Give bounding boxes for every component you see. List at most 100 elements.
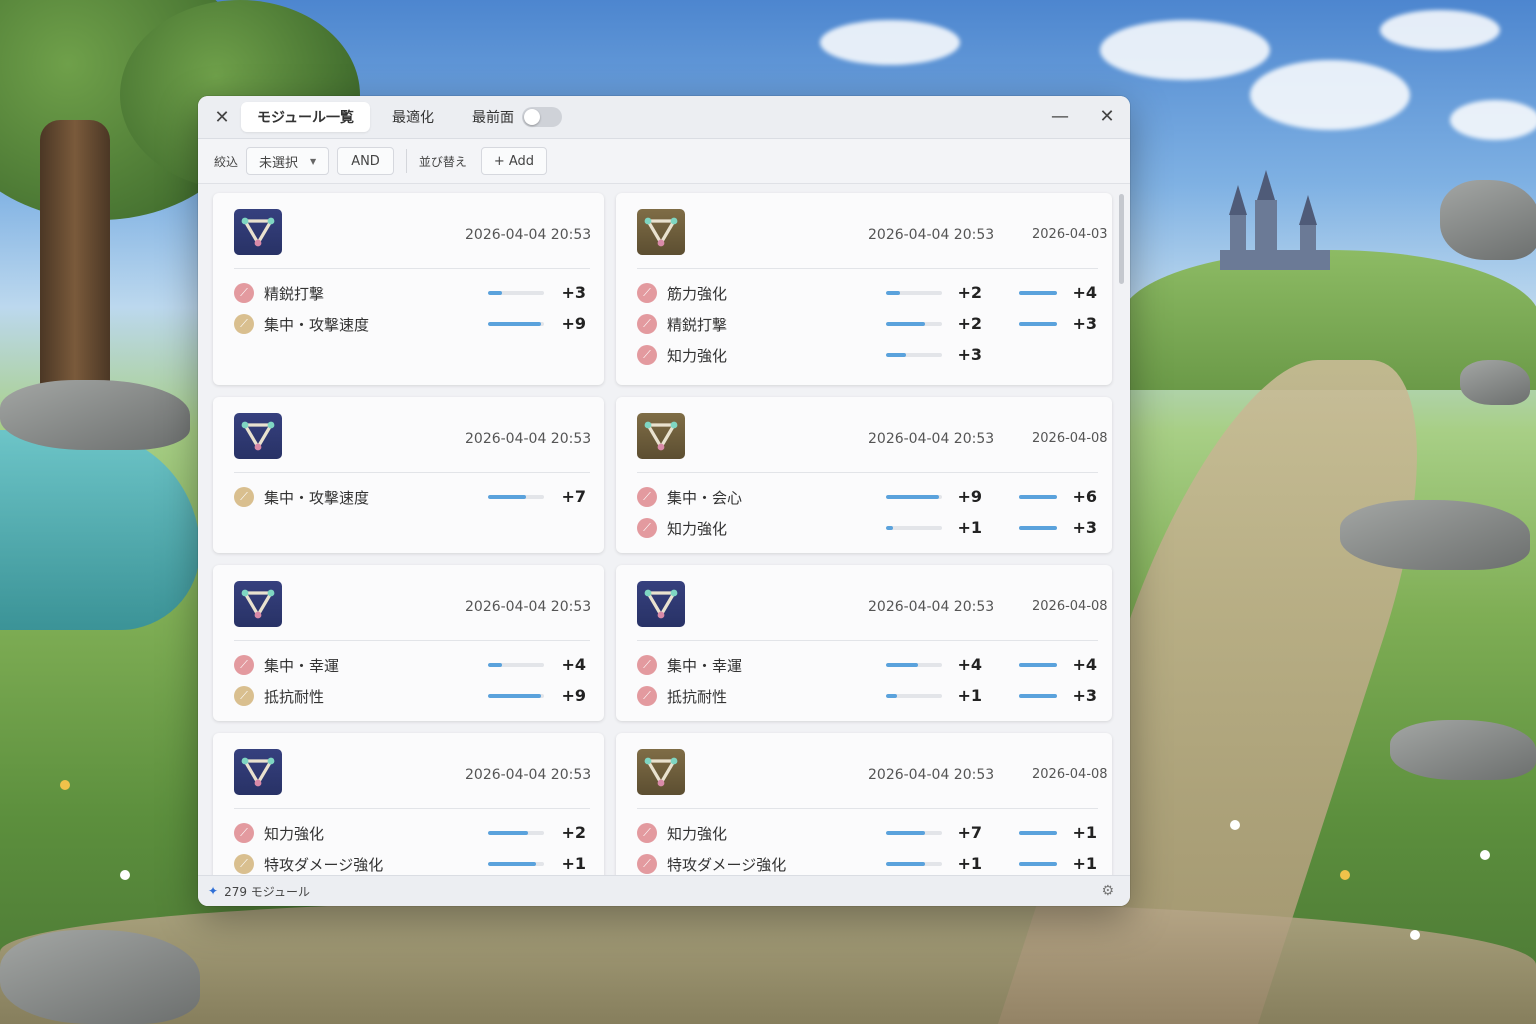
- stat-compare-bar: [1019, 831, 1057, 835]
- module-card[interactable]: 2026-04-04 20:53 2026-04-08 ⟋ 集中・幸運 +4 +4 ⟋ 抵抗耐…: [616, 565, 1112, 721]
- stat-value: +2: [561, 823, 586, 842]
- module-date: 2026-04-04 20:53: [465, 767, 592, 783]
- divider: [637, 472, 1098, 473]
- module-card[interactable]: 2026-04-04 20:53 ⟋ 知力強化 +2 ⟋ 特攻ダメージ強化 +1: [213, 733, 604, 876]
- stat-name: 知力強化: [667, 520, 728, 538]
- tab-optimize[interactable]: 最適化: [376, 102, 450, 132]
- tree-trunk: [40, 120, 110, 400]
- stat-row: ⟋ 集中・幸運 +4 +4: [637, 653, 1098, 677]
- stat-value: +9: [561, 314, 586, 333]
- stat-value: +4: [561, 655, 586, 674]
- module-card[interactable]: 2026-04-04 20:53 2026-04-03 ⟋ 筋力強化 +2 +4 ⟋ 精鋭打撃…: [616, 193, 1112, 385]
- module-count: 279 モジュール: [224, 884, 310, 899]
- module-card[interactable]: 2026-04-04 20:53 2026-04-08 ⟋ 知力強化 +7 +1 ⟋ 特攻ダメ…: [616, 733, 1112, 876]
- module-card[interactable]: 2026-04-04 20:53 2026-04-08 ⟋ 集中・会心 +9 +6 ⟋ 知力強…: [616, 397, 1112, 553]
- stat-level-fill: [886, 353, 906, 357]
- flower: [1480, 850, 1490, 860]
- stat-level-fill: [886, 291, 900, 295]
- window-close-icon[interactable]: ✕: [1092, 104, 1122, 130]
- flower: [60, 780, 70, 790]
- module-date: 2026-04-04 20:53: [465, 599, 592, 615]
- stat-value: +2: [957, 314, 982, 333]
- stat-level-fill: [488, 831, 529, 835]
- and-button[interactable]: AND: [337, 147, 394, 175]
- gear-icon[interactable]: ⚙: [1101, 883, 1114, 899]
- stat-icon: ⟋: [234, 314, 254, 334]
- stat-row: ⟋ 抵抗耐性 +9: [234, 684, 590, 708]
- sort-label[interactable]: 並び替え: [419, 153, 467, 170]
- stat-row: ⟋ 集中・攻撃速度 +7: [234, 485, 590, 509]
- stat-row: ⟋ 集中・会心 +9 +6: [637, 485, 1098, 509]
- divider: [234, 808, 590, 809]
- module-triangle-icon: [234, 749, 282, 795]
- module-card[interactable]: 2026-04-04 20:53 ⟋ 集中・攻撃速度 +7: [213, 397, 604, 553]
- module-card[interactable]: 2026-04-04 20:53 ⟋ 精鋭打撃 +3 ⟋ 集中・攻撃速度 +9: [213, 193, 604, 385]
- stat-level-bar: [488, 862, 544, 866]
- module-card[interactable]: 2026-04-04 20:53 ⟋ 集中・幸運 +4 ⟋ 抵抗耐性 +9: [213, 565, 604, 721]
- stat-row: ⟋ 知力強化 +7 +1: [637, 821, 1098, 845]
- stat-level-fill: [886, 862, 926, 866]
- close-icon[interactable]: ✕: [209, 107, 235, 128]
- stat-icon: ⟋: [234, 823, 254, 843]
- minimize-icon[interactable]: —: [1045, 104, 1075, 130]
- module-window: ✕ モジュール一覧 最適化 最前面 — ✕ 絞込 未選択 ▼ AND 並び替え …: [198, 96, 1130, 906]
- module-triangle-icon: [234, 413, 282, 459]
- stat-level-fill: [488, 322, 542, 326]
- module-date: 2026-04-04 20:53: [465, 227, 592, 243]
- divider: [234, 472, 590, 473]
- stat-level-fill: [886, 495, 940, 499]
- rock: [1390, 720, 1536, 780]
- stat-value: +1: [957, 854, 982, 873]
- stat-level-bar: [886, 862, 942, 866]
- module-date-secondary: 2026-04-08: [1032, 599, 1108, 614]
- stat-compare-bar: [1019, 291, 1057, 295]
- rock: [1460, 360, 1530, 405]
- stat-level-bar: [886, 663, 942, 667]
- stat-name: 知力強化: [667, 825, 728, 843]
- cloud: [820, 20, 960, 65]
- stat-level-fill: [488, 694, 542, 698]
- filter-bar: 絞込 未選択 ▼ AND 並び替え + Add: [198, 139, 1130, 184]
- title-bar: ✕ モジュール一覧 最適化 最前面 — ✕: [198, 96, 1130, 139]
- stat-compare-value: +6: [1072, 487, 1097, 506]
- stat-level-bar: [886, 353, 942, 357]
- module-triangle-icon: [637, 209, 685, 255]
- add-button[interactable]: + Add: [480, 147, 548, 175]
- divider: [234, 640, 590, 641]
- rock: [0, 380, 190, 450]
- stat-compare-bar: [1019, 495, 1057, 499]
- stat-level-fill: [488, 862, 536, 866]
- cloud: [1450, 100, 1536, 140]
- tab-module-list[interactable]: モジュール一覧: [241, 102, 371, 132]
- stat-row: ⟋ 特攻ダメージ強化 +1: [234, 852, 590, 876]
- stat-name: 知力強化: [667, 347, 728, 365]
- always-on-top-toggle[interactable]: [522, 107, 563, 127]
- module-date: 2026-04-04 20:53: [868, 599, 995, 615]
- flower: [1230, 820, 1240, 830]
- stat-icon: ⟋: [234, 655, 254, 675]
- stat-compare-value: +4: [1072, 655, 1097, 674]
- stat-compare-bar: [1019, 526, 1057, 530]
- rock: [1440, 180, 1536, 260]
- dirt-path: [0, 900, 1536, 1024]
- stat-value: +2: [957, 283, 982, 302]
- module-date-secondary: 2026-04-08: [1032, 767, 1108, 782]
- stat-compare-value: +3: [1072, 518, 1097, 537]
- scrollbar[interactable]: [1119, 194, 1124, 284]
- stat-compare-bar: [1019, 694, 1057, 698]
- stat-level-fill: [886, 322, 926, 326]
- stat-level-bar: [488, 291, 544, 295]
- pin-label: 最前面: [472, 110, 515, 126]
- stat-compare-value: +4: [1072, 283, 1097, 302]
- stat-level-fill: [886, 663, 919, 667]
- flower: [1340, 870, 1350, 880]
- stat-level-fill: [488, 291, 502, 295]
- filter-select[interactable]: 未選択 ▼: [246, 147, 330, 175]
- module-list[interactable]: 2026-04-04 20:53 ⟋ 精鋭打撃 +3 ⟋ 集中・攻撃速度 +9 2026-04…: [198, 183, 1130, 876]
- module-date: 2026-04-04 20:53: [465, 431, 592, 447]
- stat-row: ⟋ 筋力強化 +2 +4: [637, 281, 1098, 305]
- status-bar: ✦ 279 モジュール ⚙: [198, 875, 1130, 906]
- stat-value: +9: [561, 686, 586, 705]
- flower: [1410, 930, 1420, 940]
- stat-row: ⟋ 特攻ダメージ強化 +1 +1: [637, 852, 1098, 876]
